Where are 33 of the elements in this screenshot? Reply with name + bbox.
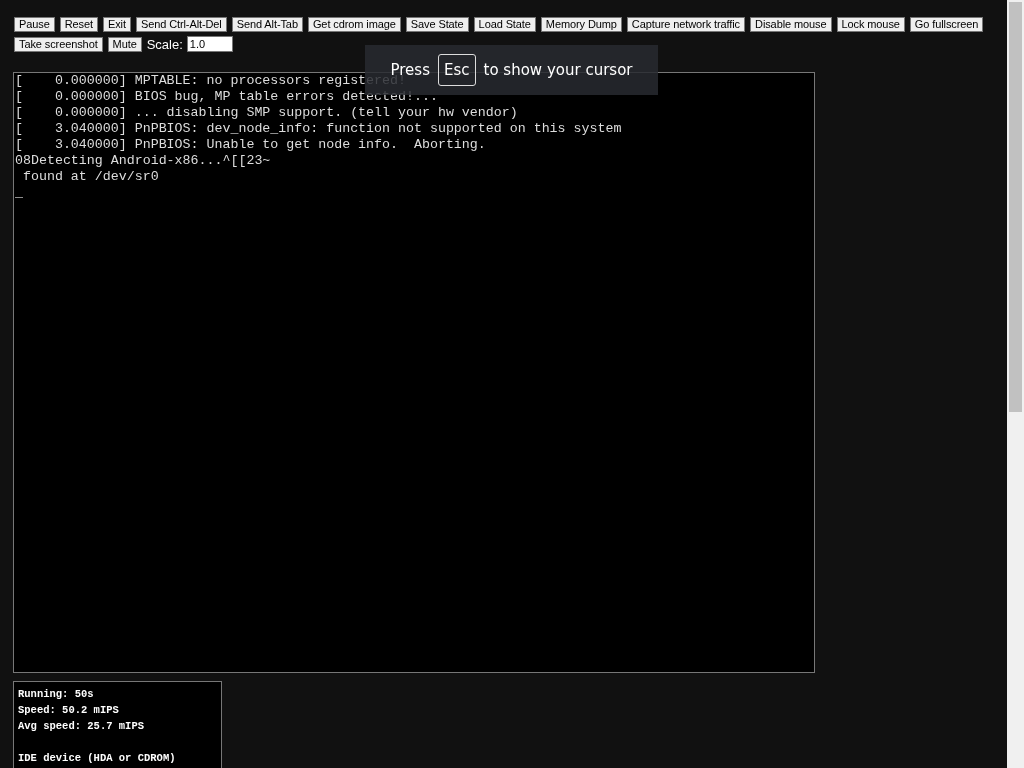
scrollbar[interactable]	[1007, 0, 1024, 768]
console-line: [ 0.000000] BIOS bug, MP table errors detected!...	[14, 89, 439, 105]
console-line: [ 0.000000] ... disabling SMP support. (tell your hw vendor)	[14, 105, 519, 121]
console-line: [ 3.040000] PnPBIOS: dev_node_info: function not supported on this system	[14, 121, 623, 137]
toolbar-button[interactable]: Pause	[14, 17, 55, 32]
stats-line: Running: 50s	[18, 687, 95, 702]
toolbar-button[interactable]: Load State	[473, 17, 536, 32]
toolbar-button[interactable]: Capture network traffic	[626, 17, 746, 32]
toolbar-button[interactable]: Exit	[102, 17, 131, 32]
console-line: found at /dev/sr0	[21, 169, 160, 185]
toolbar-button[interactable]: Memory Dump	[540, 17, 622, 32]
console-line: [ 3.040000] PnPBIOS: Unable to get node info. Aborting.	[14, 137, 487, 153]
toolbar-button[interactable]: Reset	[59, 17, 98, 32]
esc-key: Esc	[438, 54, 476, 86]
toolbar-button[interactable]: Go fullscreen	[909, 17, 984, 32]
toolbar-button[interactable]: Send Ctrl-Alt-Del	[135, 17, 227, 32]
stats-line: IDE device (HDA or CDROM)	[18, 751, 177, 766]
toolbar-button[interactable]: Mute	[107, 36, 142, 52]
toolbar-button[interactable]: Disable mouse	[750, 17, 832, 32]
toolbar-button[interactable]: Take screenshot	[14, 36, 103, 52]
scale-label: Scale:	[146, 36, 183, 52]
hint-text: Press	[390, 61, 430, 79]
toolbar-button[interactable]: Send Alt-Tab	[231, 17, 303, 32]
toolbar-button[interactable]: Lock mouse	[836, 17, 905, 32]
hint-text: to show your cursor	[483, 61, 633, 79]
stats-line: Avg speed: 25.7 mIPS	[18, 719, 146, 734]
toolbar-button[interactable]: Save State	[405, 17, 469, 32]
console-line: 08Detecting Android-x86...^[[23~	[14, 153, 272, 169]
scale-field[interactable]: 1.0	[186, 36, 233, 52]
text-cursor: _	[14, 185, 24, 201]
scrollbar-thumb[interactable]	[1009, 2, 1022, 412]
stats-line: Speed: 50.2 mIPS	[18, 703, 120, 718]
toolbar-button[interactable]: Get cdrom image	[307, 17, 401, 32]
